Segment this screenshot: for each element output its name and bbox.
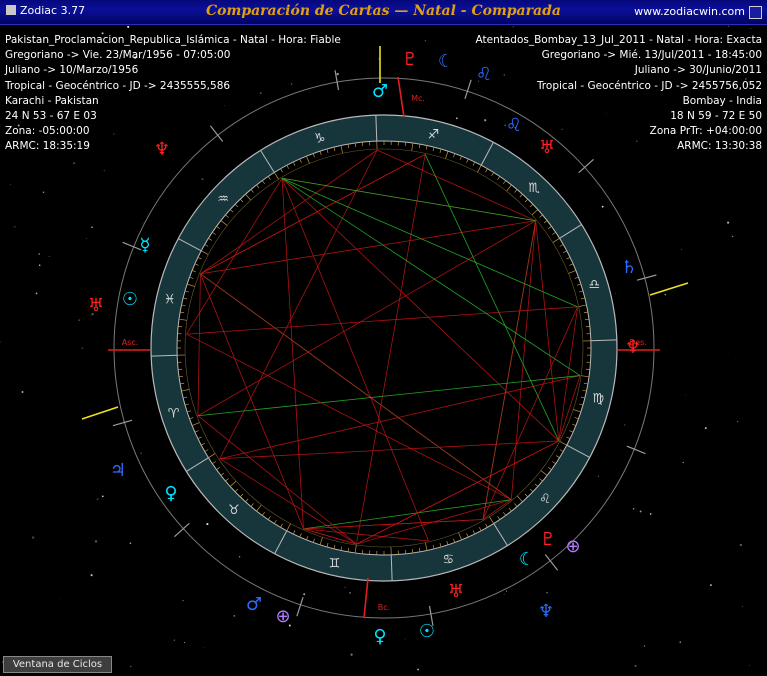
planet-glyph: ⊕ — [275, 606, 290, 627]
planet-glyph: ♇ — [402, 49, 418, 70]
planet-glyph: ♆ — [625, 337, 641, 358]
planet-glyph: ♅ — [88, 295, 104, 316]
planet-glyph: ♌ — [476, 64, 492, 85]
star — [130, 665, 132, 668]
zodiac-sign-glyph: ♑ — [314, 132, 326, 147]
mc-label: Mc. — [411, 94, 425, 103]
website-label: www.zodiacwin.com — [634, 5, 745, 18]
house-cusp-tick — [636, 274, 657, 281]
planet-glyph: ☾ — [438, 51, 454, 72]
close-button[interactable] — [749, 6, 762, 19]
star — [225, 674, 227, 676]
planet-glyph: ☾ — [519, 549, 535, 570]
planet-glyph: ☿ — [139, 235, 150, 256]
planet-glyph: ☉ — [419, 621, 435, 642]
star — [634, 664, 637, 667]
zodiac-sign-glyph: ♏ — [528, 181, 540, 196]
house-cusp-tick — [122, 241, 142, 251]
zodiac-sign-glyph: ♓ — [164, 293, 176, 308]
ic-line — [363, 577, 369, 619]
house-cusp-tick — [296, 596, 304, 617]
zodiac-sign-glyph: ♒ — [217, 192, 229, 207]
planet-glyph: ♅ — [539, 137, 555, 158]
transit-asc-line — [649, 282, 689, 296]
planet-glyph: ♃ — [110, 460, 126, 481]
planet-glyph: ♅ — [448, 581, 464, 602]
zodiac-ring-inner — [176, 140, 592, 556]
zodiac-sign-glyph: ♉ — [228, 503, 240, 518]
star — [748, 664, 750, 666]
planet-glyph: ♆ — [154, 139, 170, 160]
asc-label: Asc. — [122, 338, 139, 347]
zodiac-sign-glyph: ♎ — [589, 278, 601, 293]
planet-glyph: ♆ — [538, 601, 554, 622]
planet-glyph: ♇ — [540, 529, 556, 550]
house-cusp-tick — [578, 158, 594, 174]
planet-glyph: ♀ — [164, 483, 177, 504]
house-cusp-tick — [334, 70, 340, 91]
planet-glyph: ♂ — [246, 594, 262, 615]
cycles-window-button[interactable]: Ventana de Ciclos — [3, 656, 112, 673]
zodiac-sign-glyph: ♌ — [539, 492, 551, 507]
planet-glyph: ⊕ — [565, 536, 580, 557]
mc-line — [397, 76, 405, 118]
house-cusp-tick — [464, 79, 472, 100]
planet-glyph: ♄ — [621, 257, 637, 278]
ic-label: Bc. — [378, 603, 390, 612]
house-cusp-tick — [174, 522, 190, 538]
planet-glyph: ♌ — [506, 115, 522, 136]
planet-glyph: ♀ — [373, 626, 386, 647]
zodiac-sign-glyph: ♋ — [442, 552, 454, 567]
zodiac-sign-glyph: ♐ — [428, 128, 440, 143]
zodiac-sign-glyph: ♊ — [329, 556, 341, 571]
transit-des-line — [81, 406, 119, 420]
star — [417, 668, 419, 671]
planet-glyph: ☉ — [122, 289, 138, 310]
planet-glyph: ♂ — [372, 81, 388, 102]
zodiac-sign-glyph: ♍ — [593, 391, 605, 406]
house-cusp-tick — [112, 419, 133, 427]
house-cusp-tick — [626, 445, 646, 455]
title-bar: Zodiac 3.77 Comparación de Cartas — Nata… — [0, 0, 767, 25]
zodiac-sign-glyph: ♈ — [168, 406, 180, 421]
astro-wheel[interactable]: ♈♉♊ ♋♌♍♎♏♐♑♒♓Asc. Des.Mc.Bc.♇ ☾♌♂♌♅♆♄⊕♇☾♆♅☉… — [0, 25, 767, 655]
